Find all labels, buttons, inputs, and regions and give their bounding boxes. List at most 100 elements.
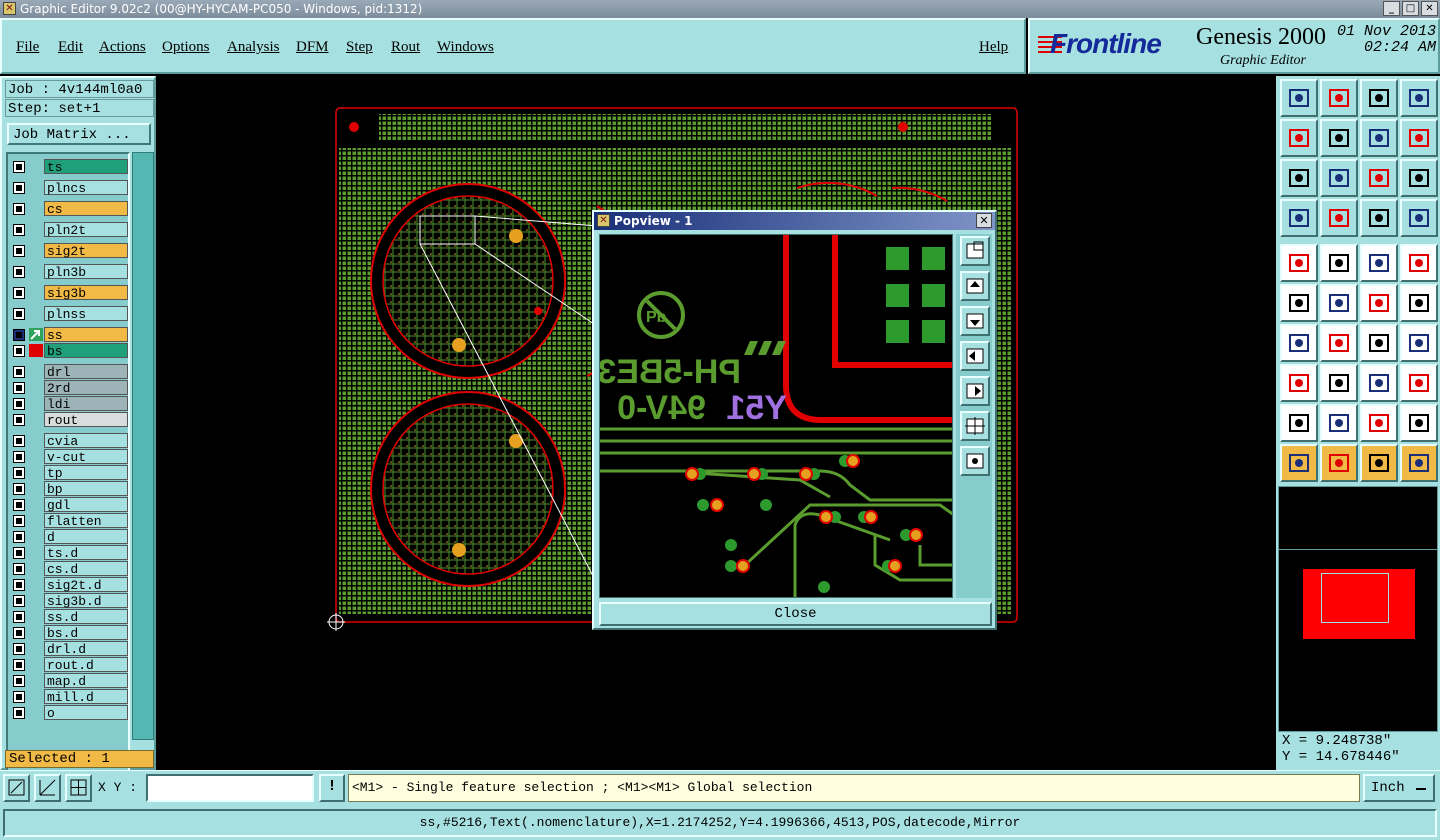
select-arrow-icon[interactable]: [1280, 444, 1318, 482]
layer-checkbox[interactable]: [13, 161, 25, 173]
line-edit-icon[interactable]: [1320, 324, 1358, 362]
layer-row-ss-d[interactable]: ss.d: [10, 609, 128, 625]
layer-checkbox[interactable]: [13, 515, 25, 527]
home-icon[interactable]: [1360, 79, 1398, 117]
arc-icon[interactable]: [1360, 324, 1398, 362]
layer-checkbox[interactable]: [13, 266, 25, 278]
zoom-box-icon[interactable]: [3, 774, 30, 802]
layer-checkbox[interactable]: [13, 245, 25, 257]
layer-row-pln2t[interactable]: pln2t: [10, 222, 128, 238]
popview-fit-icon[interactable]: [960, 411, 990, 441]
grid-icon[interactable]: [1320, 199, 1358, 237]
layer-row-sig3b-d[interactable]: sig3b.d: [10, 593, 128, 609]
save-icon[interactable]: [1320, 79, 1358, 117]
scale-1-2-icon[interactable]: [1360, 159, 1398, 197]
layer-row-drl[interactable]: drl: [10, 364, 128, 380]
layer-row-sig2t[interactable]: sig2t: [10, 243, 128, 259]
snap-grid-icon[interactable]: [65, 774, 92, 802]
layer-row-plncs[interactable]: plncs: [10, 180, 128, 196]
maximize-button[interactable]: □: [1402, 1, 1419, 16]
overview-viewport[interactable]: [1321, 573, 1389, 623]
settings-icon[interactable]: [1280, 199, 1318, 237]
popview-title-bar[interactable]: ✕ Popview - 1 ✕: [594, 212, 995, 230]
poly-edit-icon[interactable]: [1400, 404, 1438, 442]
layer-row-bp[interactable]: bp: [10, 481, 128, 497]
popview-close-icon[interactable]: ✕: [976, 213, 992, 228]
layer-checkbox[interactable]: [13, 308, 25, 320]
layer-checkbox[interactable]: [13, 579, 25, 591]
select-pointer-icon[interactable]: [1360, 444, 1398, 482]
layer-checkbox[interactable]: [13, 483, 25, 495]
layer-row-flatten[interactable]: flatten: [10, 513, 128, 529]
layer-checkbox[interactable]: [13, 182, 25, 194]
layer-row-bs[interactable]: bs: [10, 343, 128, 359]
pad-edit-icon[interactable]: [1280, 364, 1318, 402]
menu-edit[interactable]: Edit: [58, 39, 83, 56]
popview-pan-up-icon[interactable]: [960, 271, 990, 301]
layer-checkbox[interactable]: [13, 345, 25, 357]
split-window-icon[interactable]: [1400, 79, 1438, 117]
layer-checkbox[interactable]: [13, 627, 25, 639]
add-pad-icon[interactable]: [1280, 244, 1318, 282]
menu-options[interactable]: Options: [162, 39, 210, 56]
add-line-icon[interactable]: [1320, 244, 1358, 282]
rotate-icon[interactable]: [1360, 119, 1398, 157]
move-step-icon[interactable]: [1320, 119, 1358, 157]
connect-icon[interactable]: [1280, 284, 1318, 322]
copy-step-icon[interactable]: [1280, 119, 1318, 157]
zoom-fit-icon[interactable]: [1280, 159, 1318, 197]
popview-center-icon[interactable]: [960, 446, 990, 476]
popview-canvas[interactable]: Pb PH-5BE3 94V-0 Y51: [599, 234, 953, 598]
mirror-icon[interactable]: [1400, 119, 1438, 157]
layer-row-ss[interactable]: ss: [10, 327, 128, 343]
select-pad-icon[interactable]: [1400, 244, 1438, 282]
layer-checkbox[interactable]: [13, 611, 25, 623]
layer-checkbox[interactable]: [13, 224, 25, 236]
snap-line-icon[interactable]: [1400, 284, 1438, 322]
fill-shape-icon[interactable]: [1360, 404, 1398, 442]
layer-checkbox[interactable]: [13, 382, 25, 394]
layer-row-cs-d[interactable]: cs.d: [10, 561, 128, 577]
layer-checkbox[interactable]: [13, 366, 25, 378]
layer-row-mill-d[interactable]: mill.d: [10, 689, 128, 705]
layer-checkbox[interactable]: [13, 329, 25, 341]
layer-row-sig2t-d[interactable]: sig2t.d: [10, 577, 128, 593]
trace-cut-icon[interactable]: [1320, 364, 1358, 402]
layer-checkbox[interactable]: [13, 563, 25, 575]
layer-checkbox[interactable]: [13, 659, 25, 671]
layer-row-ts-d[interactable]: ts.d: [10, 545, 128, 561]
popview-zoom-icon[interactable]: [960, 236, 990, 266]
select-box-icon[interactable]: [1320, 444, 1358, 482]
popview-close-button[interactable]: Close: [599, 602, 992, 626]
menu-help[interactable]: Help: [979, 39, 1008, 56]
layer-checkbox[interactable]: [13, 643, 25, 655]
layer-list-scrollbar[interactable]: [132, 152, 154, 740]
triangle-outline-icon[interactable]: [1320, 404, 1358, 442]
ruler-icon[interactable]: [1360, 244, 1398, 282]
shape-icon[interactable]: [1400, 364, 1438, 402]
layer-row-rout[interactable]: rout: [10, 412, 128, 428]
layer-checkbox[interactable]: [13, 547, 25, 559]
snap-point-icon[interactable]: [1360, 284, 1398, 322]
minimize-button[interactable]: _: [1383, 1, 1400, 16]
layer-row-o[interactable]: o: [10, 705, 128, 721]
layer-checkbox[interactable]: [13, 595, 25, 607]
popview-pan-left-icon[interactable]: [960, 341, 990, 371]
close-window-button[interactable]: ✕: [1421, 1, 1438, 16]
measure-pad-icon[interactable]: [1360, 364, 1398, 402]
layer-checkbox[interactable]: [13, 707, 25, 719]
layer-row-map-d[interactable]: map.d: [10, 673, 128, 689]
layer-checkbox[interactable]: [13, 499, 25, 511]
split-trace-icon[interactable]: [1400, 324, 1438, 362]
layer-row-ts[interactable]: ts: [10, 159, 128, 175]
help-icon[interactable]: [1400, 159, 1438, 197]
layer-row-2rd[interactable]: 2rd: [10, 380, 128, 396]
layer-row-tp[interactable]: tp: [10, 465, 128, 481]
layer-checkbox[interactable]: [13, 435, 25, 447]
layer-checkbox[interactable]: [13, 414, 25, 426]
menu-windows[interactable]: Windows: [437, 39, 494, 56]
layer-row-sig3b[interactable]: sig3b: [10, 285, 128, 301]
layer-checkbox[interactable]: [13, 467, 25, 479]
exclamation-button[interactable]: !: [319, 774, 345, 802]
layer-compare-icon[interactable]: [1360, 199, 1398, 237]
